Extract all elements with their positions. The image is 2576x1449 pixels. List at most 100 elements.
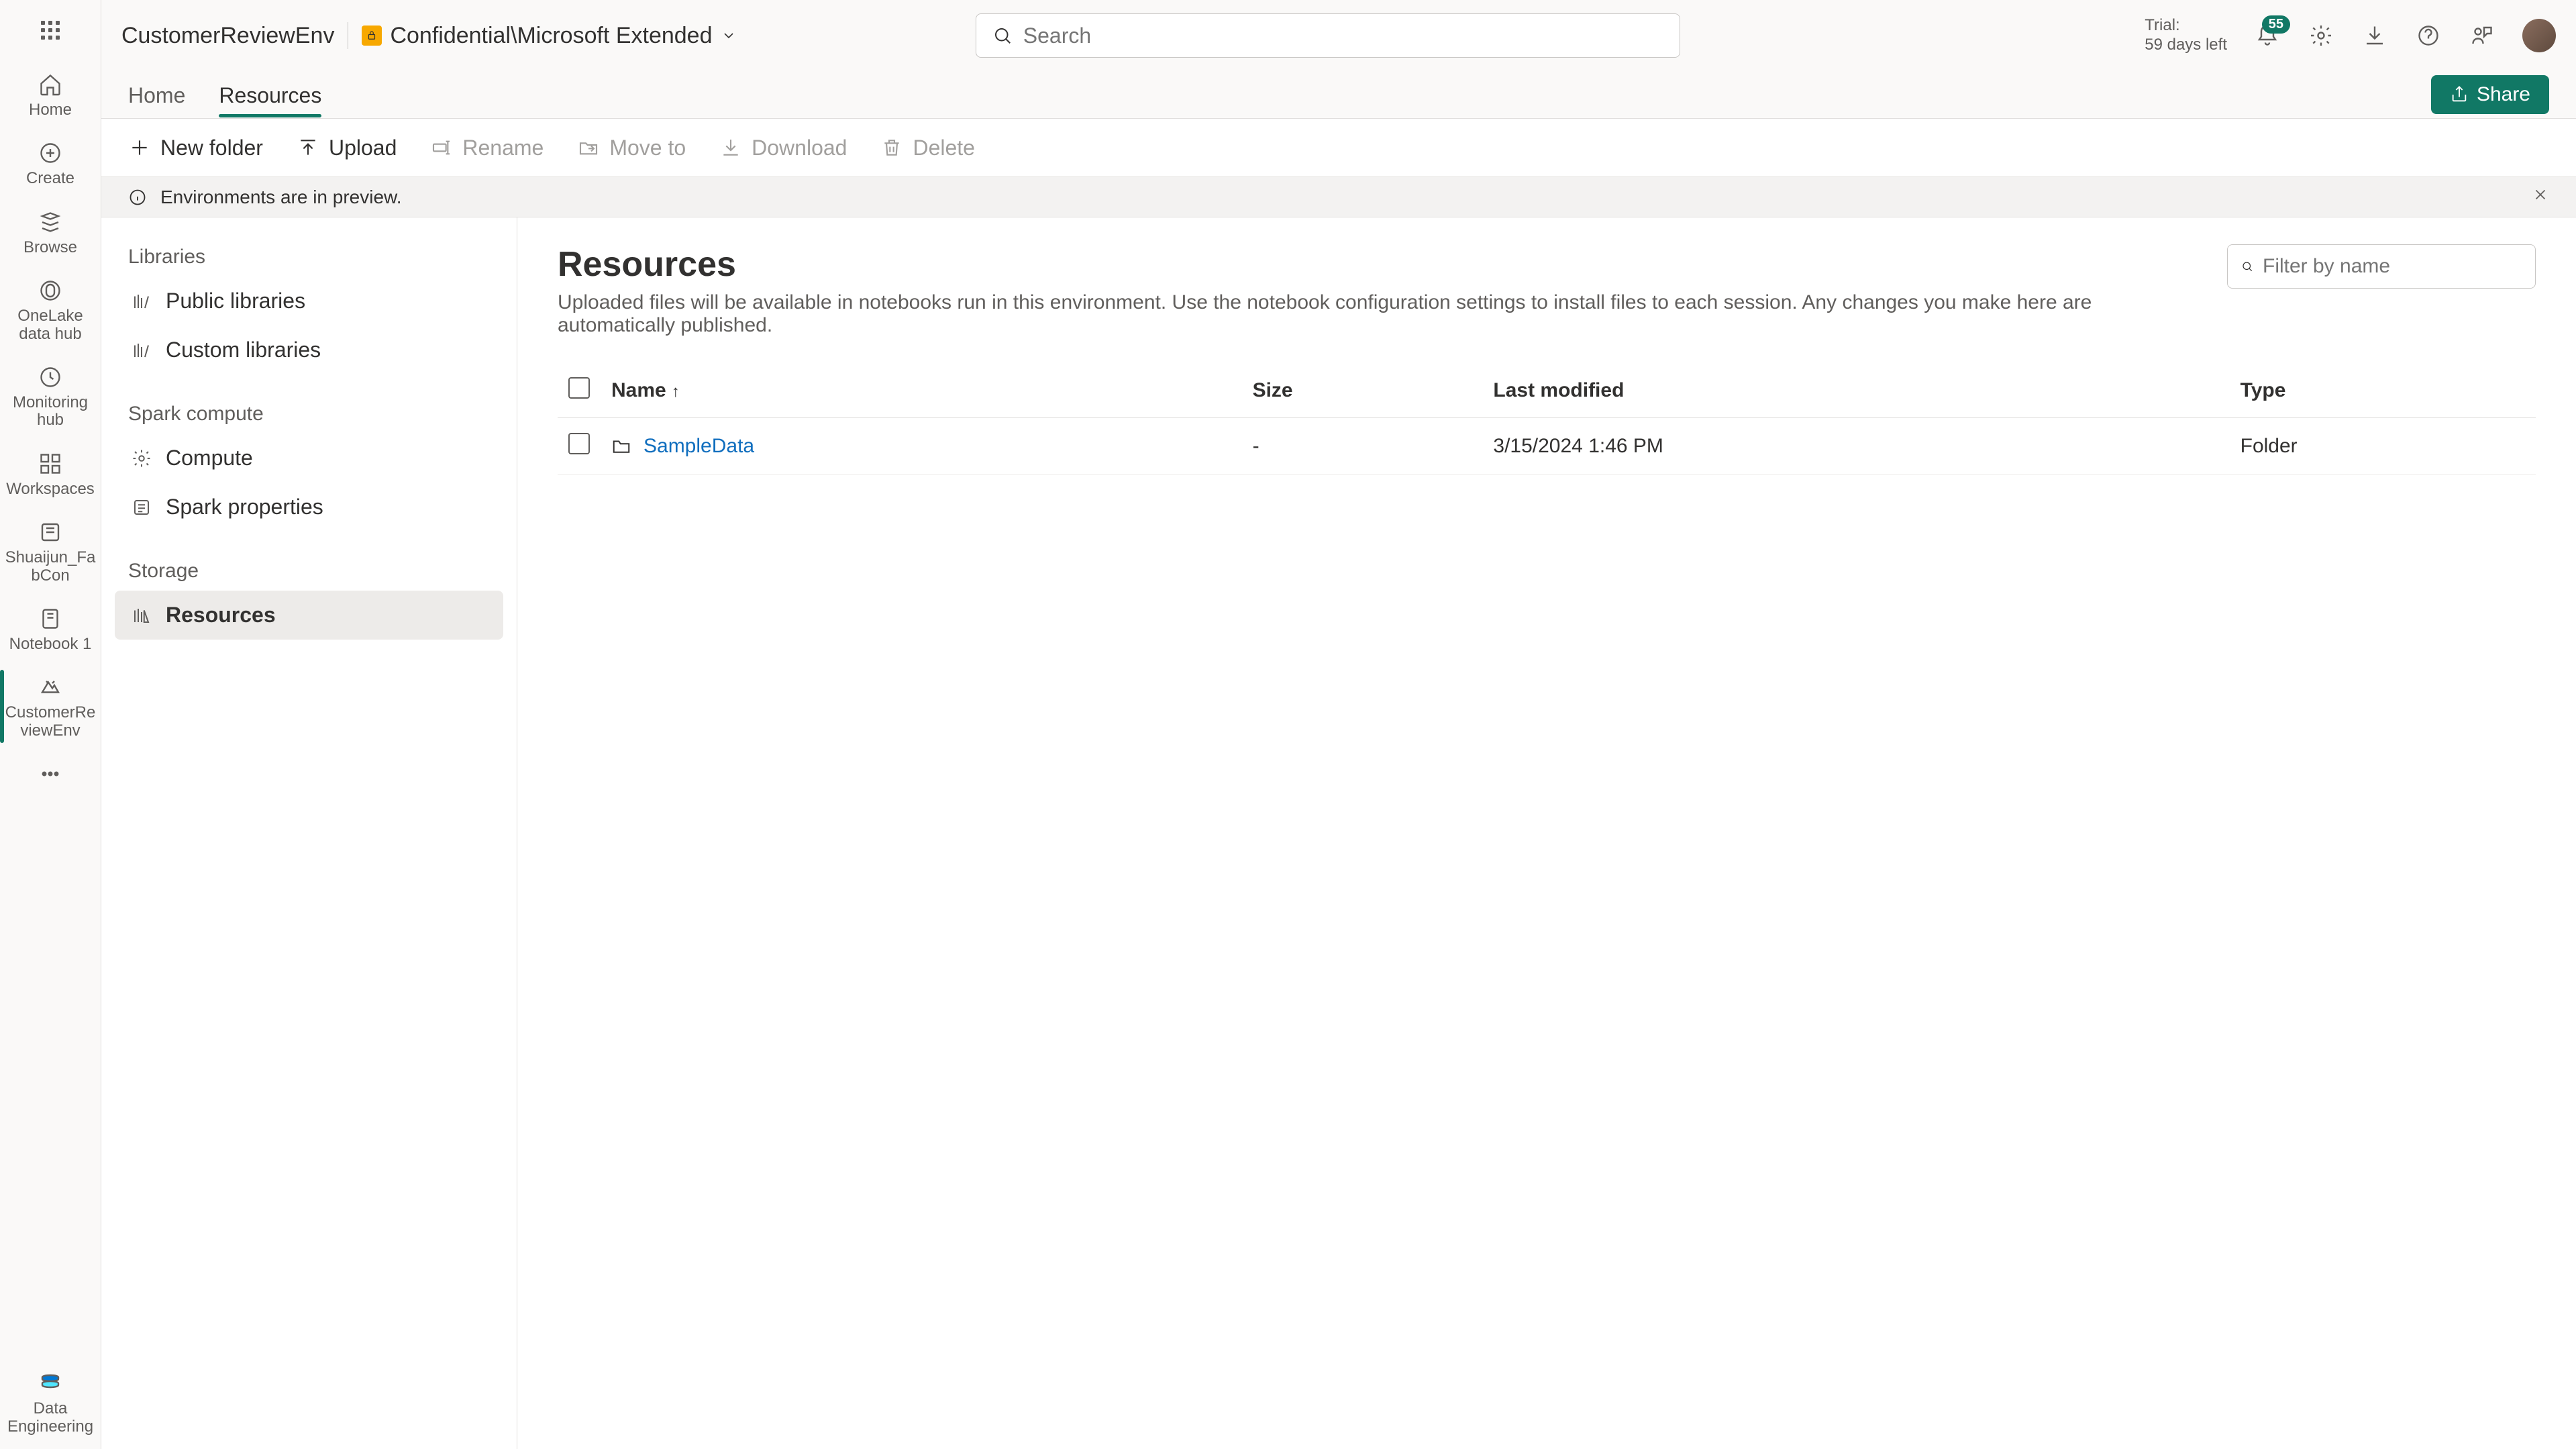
rail-create-label: Create — [26, 170, 74, 187]
search-icon — [2241, 257, 2253, 276]
col-size-label: Size — [1253, 379, 1293, 401]
sidebar-resources[interactable]: Resources — [115, 591, 503, 640]
sidebar-compute[interactable]: Compute — [115, 434, 503, 483]
rail-shuaijun-label: Shuaijun_FabCon — [3, 549, 97, 585]
feedback-button[interactable] — [2469, 22, 2495, 49]
delete-label: Delete — [913, 136, 975, 160]
download-tool-icon — [719, 136, 742, 159]
row-checkbox[interactable] — [568, 433, 590, 454]
workspaces-icon — [36, 450, 64, 478]
rail-shuaijun[interactable]: Shuaijun_FabCon — [0, 508, 101, 595]
rail-workspaces[interactable]: Workspaces — [0, 440, 101, 508]
library-icon — [131, 291, 152, 312]
col-name[interactable]: Name↑ — [601, 364, 1242, 418]
sensitivity-label: Confidential\Microsoft Extended — [390, 23, 712, 49]
plus-circle-icon — [36, 139, 64, 167]
global-search[interactable] — [976, 13, 1680, 58]
rail-workspaces-label: Workspaces — [6, 481, 95, 498]
share-icon — [2450, 85, 2469, 104]
col-size[interactable]: Size — [1242, 364, 1483, 418]
rail-data-engineering[interactable]: Data Engineering — [0, 1359, 101, 1449]
folder-icon — [611, 436, 631, 456]
waffle-menu[interactable] — [0, 7, 101, 60]
waffle-icon — [37, 17, 64, 44]
sidebar-spark-properties-label: Spark properties — [166, 495, 323, 519]
rail-more[interactable] — [0, 750, 101, 801]
rail-customer-env-label: CustomerReviewEnv — [3, 704, 97, 740]
filter-input[interactable] — [2263, 255, 2522, 278]
upload-button[interactable]: Upload — [297, 136, 397, 160]
ellipsis-icon — [36, 760, 64, 788]
rail-customer-env[interactable]: CustomerReviewEnv — [0, 663, 101, 750]
download-button[interactable] — [2361, 22, 2388, 49]
trial-label: Trial: — [2145, 16, 2227, 36]
resources-table: Name↑ Size Last modified Type — [558, 364, 2536, 475]
col-modified[interactable]: Last modified — [1482, 364, 2229, 418]
chevron-down-icon — [721, 28, 737, 44]
rail-home-label: Home — [29, 101, 72, 119]
move-icon — [577, 136, 600, 159]
sidebar-libraries-title: Libraries — [115, 238, 503, 277]
sidebar-custom-libraries-label: Custom libraries — [166, 338, 321, 362]
library-custom-icon — [131, 340, 152, 361]
item-name-link[interactable]: SampleData — [643, 435, 754, 458]
select-all-checkbox[interactable] — [568, 377, 590, 399]
rail-browse[interactable]: Browse — [0, 198, 101, 266]
gear-small-icon — [131, 448, 152, 469]
table-row[interactable]: SampleData - 3/15/2024 1:46 PM Folder — [558, 418, 2536, 475]
new-folder-button[interactable]: New folder — [128, 136, 263, 160]
filter-by-name[interactable] — [2227, 244, 2536, 289]
left-nav-rail: Home Create Browse OneLake data hub Moni… — [0, 0, 101, 1449]
stack-icon — [36, 208, 64, 236]
new-folder-label: New folder — [160, 136, 263, 160]
sensitivity-dropdown[interactable]: Confidential\Microsoft Extended — [362, 23, 736, 49]
rail-create[interactable]: Create — [0, 129, 101, 197]
col-type[interactable]: Type — [2230, 364, 2536, 418]
item-size: - — [1242, 418, 1483, 475]
gear-icon — [2309, 23, 2333, 48]
banner-close-button[interactable] — [2532, 186, 2549, 208]
notifications-button[interactable]: 55 — [2254, 22, 2281, 49]
sensitivity-badge-icon — [362, 26, 382, 46]
rail-onelake[interactable]: OneLake data hub — [0, 266, 101, 353]
settings-button[interactable] — [2308, 22, 2334, 49]
rail-notebook1[interactable]: Notebook 1 — [0, 595, 101, 663]
sidebar-storage-title: Storage — [115, 552, 503, 591]
upload-icon — [297, 136, 319, 159]
col-select — [558, 364, 601, 418]
user-avatar[interactable] — [2522, 19, 2556, 52]
share-button[interactable]: Share — [2431, 75, 2549, 114]
delete-button: Delete — [880, 136, 975, 160]
move-to-label: Move to — [609, 136, 686, 160]
trial-remaining: 59 days left — [2145, 36, 2227, 55]
page-title: Resources — [558, 244, 2207, 285]
tab-resources[interactable]: Resources — [219, 83, 321, 117]
sidebar-resources-label: Resources — [166, 603, 276, 628]
help-button[interactable] — [2415, 22, 2442, 49]
data-engineering-icon — [36, 1369, 64, 1397]
sidebar-spark-properties[interactable]: Spark properties — [115, 483, 503, 532]
rail-notebook1-label: Notebook 1 — [9, 636, 92, 653]
sidebar-custom-libraries[interactable]: Custom libraries — [115, 326, 503, 374]
close-icon — [2532, 186, 2549, 203]
download-tool-label: Download — [752, 136, 847, 160]
top-bar: CustomerReviewEnv Confidential\Microsoft… — [101, 0, 2576, 71]
search-input[interactable] — [1023, 23, 1663, 48]
rail-home[interactable]: Home — [0, 60, 101, 129]
sidebar-compute-label: Compute — [166, 446, 253, 470]
environment-name: CustomerReviewEnv — [121, 23, 334, 49]
trash-icon — [880, 136, 903, 159]
resources-pane: Resources Uploaded files will be availab… — [517, 217, 2576, 1449]
environment-icon — [36, 673, 64, 701]
sidebar-public-libraries[interactable]: Public libraries — [115, 277, 503, 326]
download-tool-button: Download — [719, 136, 847, 160]
page-tabs: Home Resources Share — [101, 71, 2576, 118]
home-icon — [36, 70, 64, 99]
rail-monitoring[interactable]: Monitoring hub — [0, 353, 101, 440]
rename-label: Rename — [462, 136, 544, 160]
workspace-item-icon — [36, 518, 64, 546]
tab-home[interactable]: Home — [128, 83, 185, 117]
sidebar-spark-title: Spark compute — [115, 395, 503, 434]
notification-badge: 55 — [2262, 15, 2290, 34]
settings-sidebar: Libraries Public libraries Custom librar… — [101, 217, 517, 1449]
